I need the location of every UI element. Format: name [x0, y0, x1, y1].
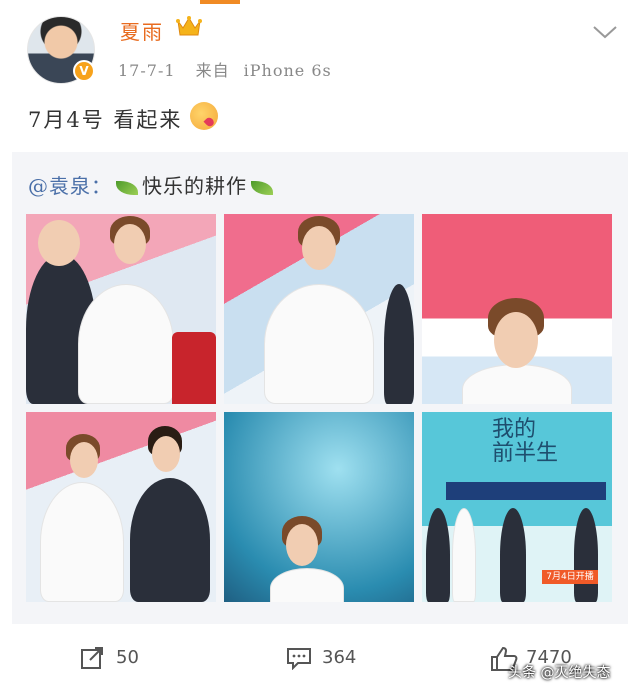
poster-title-line-1: 我的 — [492, 417, 537, 442]
repost-count: 50 — [116, 647, 139, 668]
photo-1[interactable] — [26, 214, 216, 404]
image-grid: 我的 前半生 7月4日开播 — [26, 214, 616, 606]
second-woman-head — [152, 436, 180, 472]
photo-2[interactable] — [224, 214, 414, 404]
username[interactable]: 夏雨 — [120, 16, 164, 45]
cast-member — [500, 508, 526, 602]
photo-4[interactable] — [26, 412, 216, 602]
comment-button[interactable]: 364 — [286, 644, 386, 672]
mention-link[interactable]: @袁泉 — [28, 174, 91, 198]
woman-head — [302, 226, 336, 270]
verified-v-icon: V — [73, 60, 95, 82]
woman-figure — [264, 284, 374, 404]
woman-figure — [462, 364, 572, 404]
woman-figure — [78, 284, 174, 404]
chevron-down-icon[interactable] — [592, 24, 618, 40]
comment-count: 364 — [322, 647, 357, 668]
watermark: 头条 @灭绝失态 — [508, 665, 611, 681]
post-meta: 17-7-1 来自 iPhone 6s — [118, 57, 346, 81]
post-source[interactable]: iPhone 6s — [244, 61, 332, 80]
repost-button[interactable]: 50 — [80, 644, 180, 672]
side-figure — [384, 284, 414, 404]
red-mailbox — [172, 332, 216, 404]
poster-banner — [446, 482, 606, 500]
woman-head — [286, 524, 318, 566]
poster-title: 我的 前半生 — [492, 418, 558, 466]
man-head — [38, 220, 80, 266]
woman-head — [114, 224, 146, 264]
poster-date: 7月4日开播 — [542, 570, 598, 584]
post-text: 7月4号 看起来 — [28, 108, 183, 132]
photo-6[interactable]: 我的 前半生 7月4日开播 — [422, 412, 612, 602]
second-woman-figure — [130, 478, 210, 602]
cast-member — [574, 508, 598, 602]
cast-member — [452, 508, 476, 602]
top-accent-bar — [200, 0, 240, 4]
woman-head — [70, 442, 98, 478]
crown-badge-icon[interactable] — [176, 15, 202, 39]
repost-text: @袁泉： 快乐的耕作 — [28, 170, 277, 199]
separator: ： — [91, 174, 112, 198]
kiss-emoji-icon — [190, 102, 218, 130]
leaf-icon — [116, 180, 138, 195]
woman-figure — [40, 482, 124, 602]
photo-3[interactable] — [422, 214, 612, 404]
repost-body: 快乐的耕作 — [142, 174, 247, 198]
source-prefix: 来自 — [195, 61, 230, 80]
leaf-icon — [251, 180, 273, 195]
post-date: 17-7-1 — [118, 61, 176, 80]
woman-head — [494, 312, 538, 368]
cast-member — [426, 508, 450, 602]
photo-5[interactable] — [224, 412, 414, 602]
comment-icon — [287, 648, 311, 670]
poster-title-line-2: 前半生 — [492, 441, 559, 466]
share-icon — [81, 647, 103, 669]
woman-figure — [270, 568, 344, 602]
